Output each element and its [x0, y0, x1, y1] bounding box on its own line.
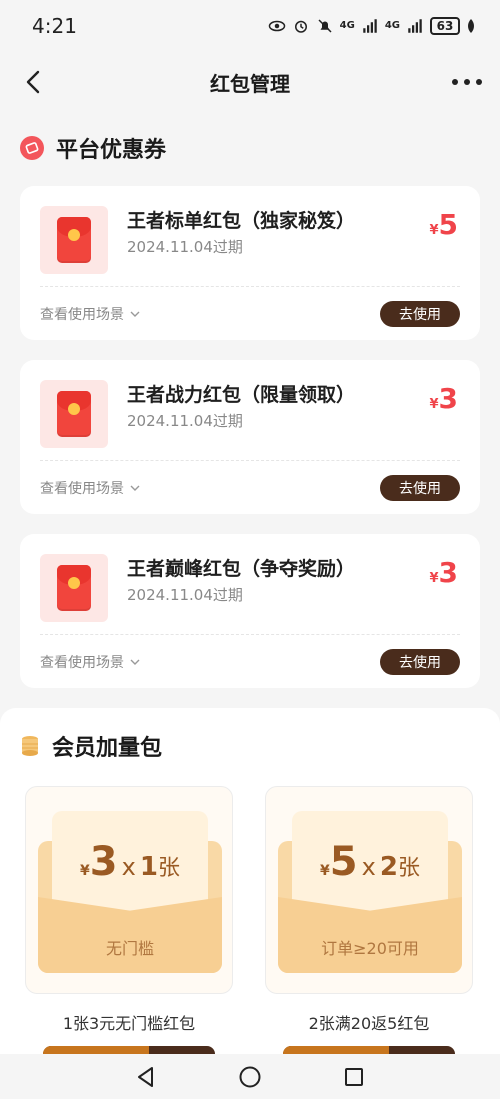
red-envelope-thumbnail [40, 206, 108, 274]
signal-2-label: 4G [384, 20, 400, 31]
nav-bar: 红包管理 [0, 52, 500, 112]
member-pack-card[interactable]: ¥5 x 2张 订单≥20可用 [265, 786, 473, 994]
coupon-card: 王者战力红包（限量领取） 2024.11.04过期 ¥3 查看使用场景 去使用 [20, 360, 480, 514]
pack-unit: 张 [397, 856, 420, 881]
use-button[interactable]: 去使用 [380, 475, 460, 501]
member-pack-card[interactable]: ¥3 x 1张 无门槛 [25, 786, 233, 994]
pack-condition: 无门槛 [105, 939, 154, 958]
chevron-down-icon [130, 659, 140, 665]
view-scene-toggle[interactable]: 查看使用场景 [40, 652, 140, 672]
signal-bars-icon [363, 19, 377, 33]
multiply-sign: x [121, 853, 136, 881]
pack-value: 3 [89, 839, 118, 885]
coupon-name: 王者战力红包（限量领取） [127, 384, 356, 406]
coupon-expiry: 2024.11.04过期 [127, 412, 243, 430]
pack-count: 2 [379, 852, 398, 882]
system-nav-bar [0, 1054, 500, 1099]
member-section-title: 会员加量包 [52, 736, 163, 761]
coupon-expiry: 2024.11.04过期 [127, 586, 243, 604]
red-envelope-thumbnail [40, 554, 108, 622]
currency-symbol: ¥ [429, 397, 439, 412]
coupon-name: 王者标单红包（独家秘笈） [127, 210, 356, 232]
pack-caption: 2张满20返5红包 [308, 1014, 430, 1033]
view-scene-label: 查看使用场景 [40, 481, 124, 497]
coupon-name: 王者巅峰红包（争夺奖励） [127, 558, 356, 580]
coupon-price: ¥3 [429, 382, 458, 415]
currency-symbol: ¥ [80, 863, 90, 879]
coupon-value: 3 [438, 382, 458, 415]
dashed-divider [40, 460, 460, 461]
status-icons: 4G 4G 63 [268, 17, 476, 35]
coupon-value: 5 [438, 208, 458, 241]
pack-value: 5 [329, 839, 358, 885]
coupon-value: 3 [438, 556, 458, 589]
eye-icon [268, 20, 285, 32]
red-envelope-thumbnail [40, 380, 108, 448]
coupons-section-title: 平台优惠券 [56, 138, 167, 163]
mute-bell-icon [318, 19, 332, 33]
view-scene-toggle[interactable]: 查看使用场景 [40, 304, 140, 324]
currency-symbol: ¥ [429, 571, 439, 586]
view-scene-label: 查看使用场景 [40, 655, 124, 671]
dashed-divider [40, 286, 460, 287]
signal-bars-icon [408, 19, 422, 33]
leaf-icon [468, 19, 474, 33]
pack-caption: 1张3元无门槛红包 [62, 1014, 196, 1033]
dashed-divider [40, 634, 460, 635]
alarm-icon [294, 20, 307, 33]
pack-unit: 张 [157, 856, 180, 881]
coupon-expiry: 2024.11.04过期 [127, 238, 243, 256]
status-time: 4:21 [32, 14, 77, 38]
coin-stack-icon [22, 736, 38, 756]
pack-count: 1 [139, 852, 158, 882]
red-envelope-icon [57, 391, 91, 437]
coupon-card: 王者标单红包（独家秘笈） 2024.11.04过期 ¥5 查看使用场景 去使用 [20, 186, 480, 340]
red-envelope-icon [57, 217, 91, 263]
use-button[interactable]: 去使用 [380, 649, 460, 675]
chevron-down-icon [130, 485, 140, 491]
coupon-icon [20, 136, 44, 160]
pack-amount: ¥3 x 1张 [26, 839, 234, 885]
currency-symbol: ¥ [429, 223, 439, 238]
battery-level: 63 [430, 17, 460, 35]
more-icon[interactable] [452, 70, 482, 94]
member-section-header: 会员加量包 [20, 730, 162, 762]
signal-1-label: 4G [339, 20, 355, 31]
red-envelope-icon [57, 565, 91, 611]
currency-symbol: ¥ [320, 863, 330, 879]
pack-amount: ¥5 x 2张 [266, 839, 474, 885]
pack-condition: 订单≥20可用 [321, 939, 419, 958]
recents-square-icon[interactable] [342, 1065, 366, 1089]
multiply-sign: x [361, 853, 376, 881]
coupon-card: 王者巅峰红包（争夺奖励） 2024.11.04过期 ¥3 查看使用场景 去使用 [20, 534, 480, 688]
coupon-price: ¥5 [429, 208, 458, 241]
back-triangle-icon[interactable] [134, 1065, 158, 1089]
page-title: 红包管理 [210, 71, 290, 96]
home-circle-icon[interactable] [238, 1065, 262, 1089]
status-bar: 4:21 4G 4G 63 [0, 0, 500, 52]
coupons-section-header: 平台优惠券 [20, 132, 166, 164]
coupon-price: ¥3 [429, 556, 458, 589]
view-scene-label: 查看使用场景 [40, 307, 124, 323]
back-icon[interactable] [20, 68, 48, 96]
view-scene-toggle[interactable]: 查看使用场景 [40, 478, 140, 498]
chevron-down-icon [130, 311, 140, 317]
use-button[interactable]: 去使用 [380, 301, 460, 327]
